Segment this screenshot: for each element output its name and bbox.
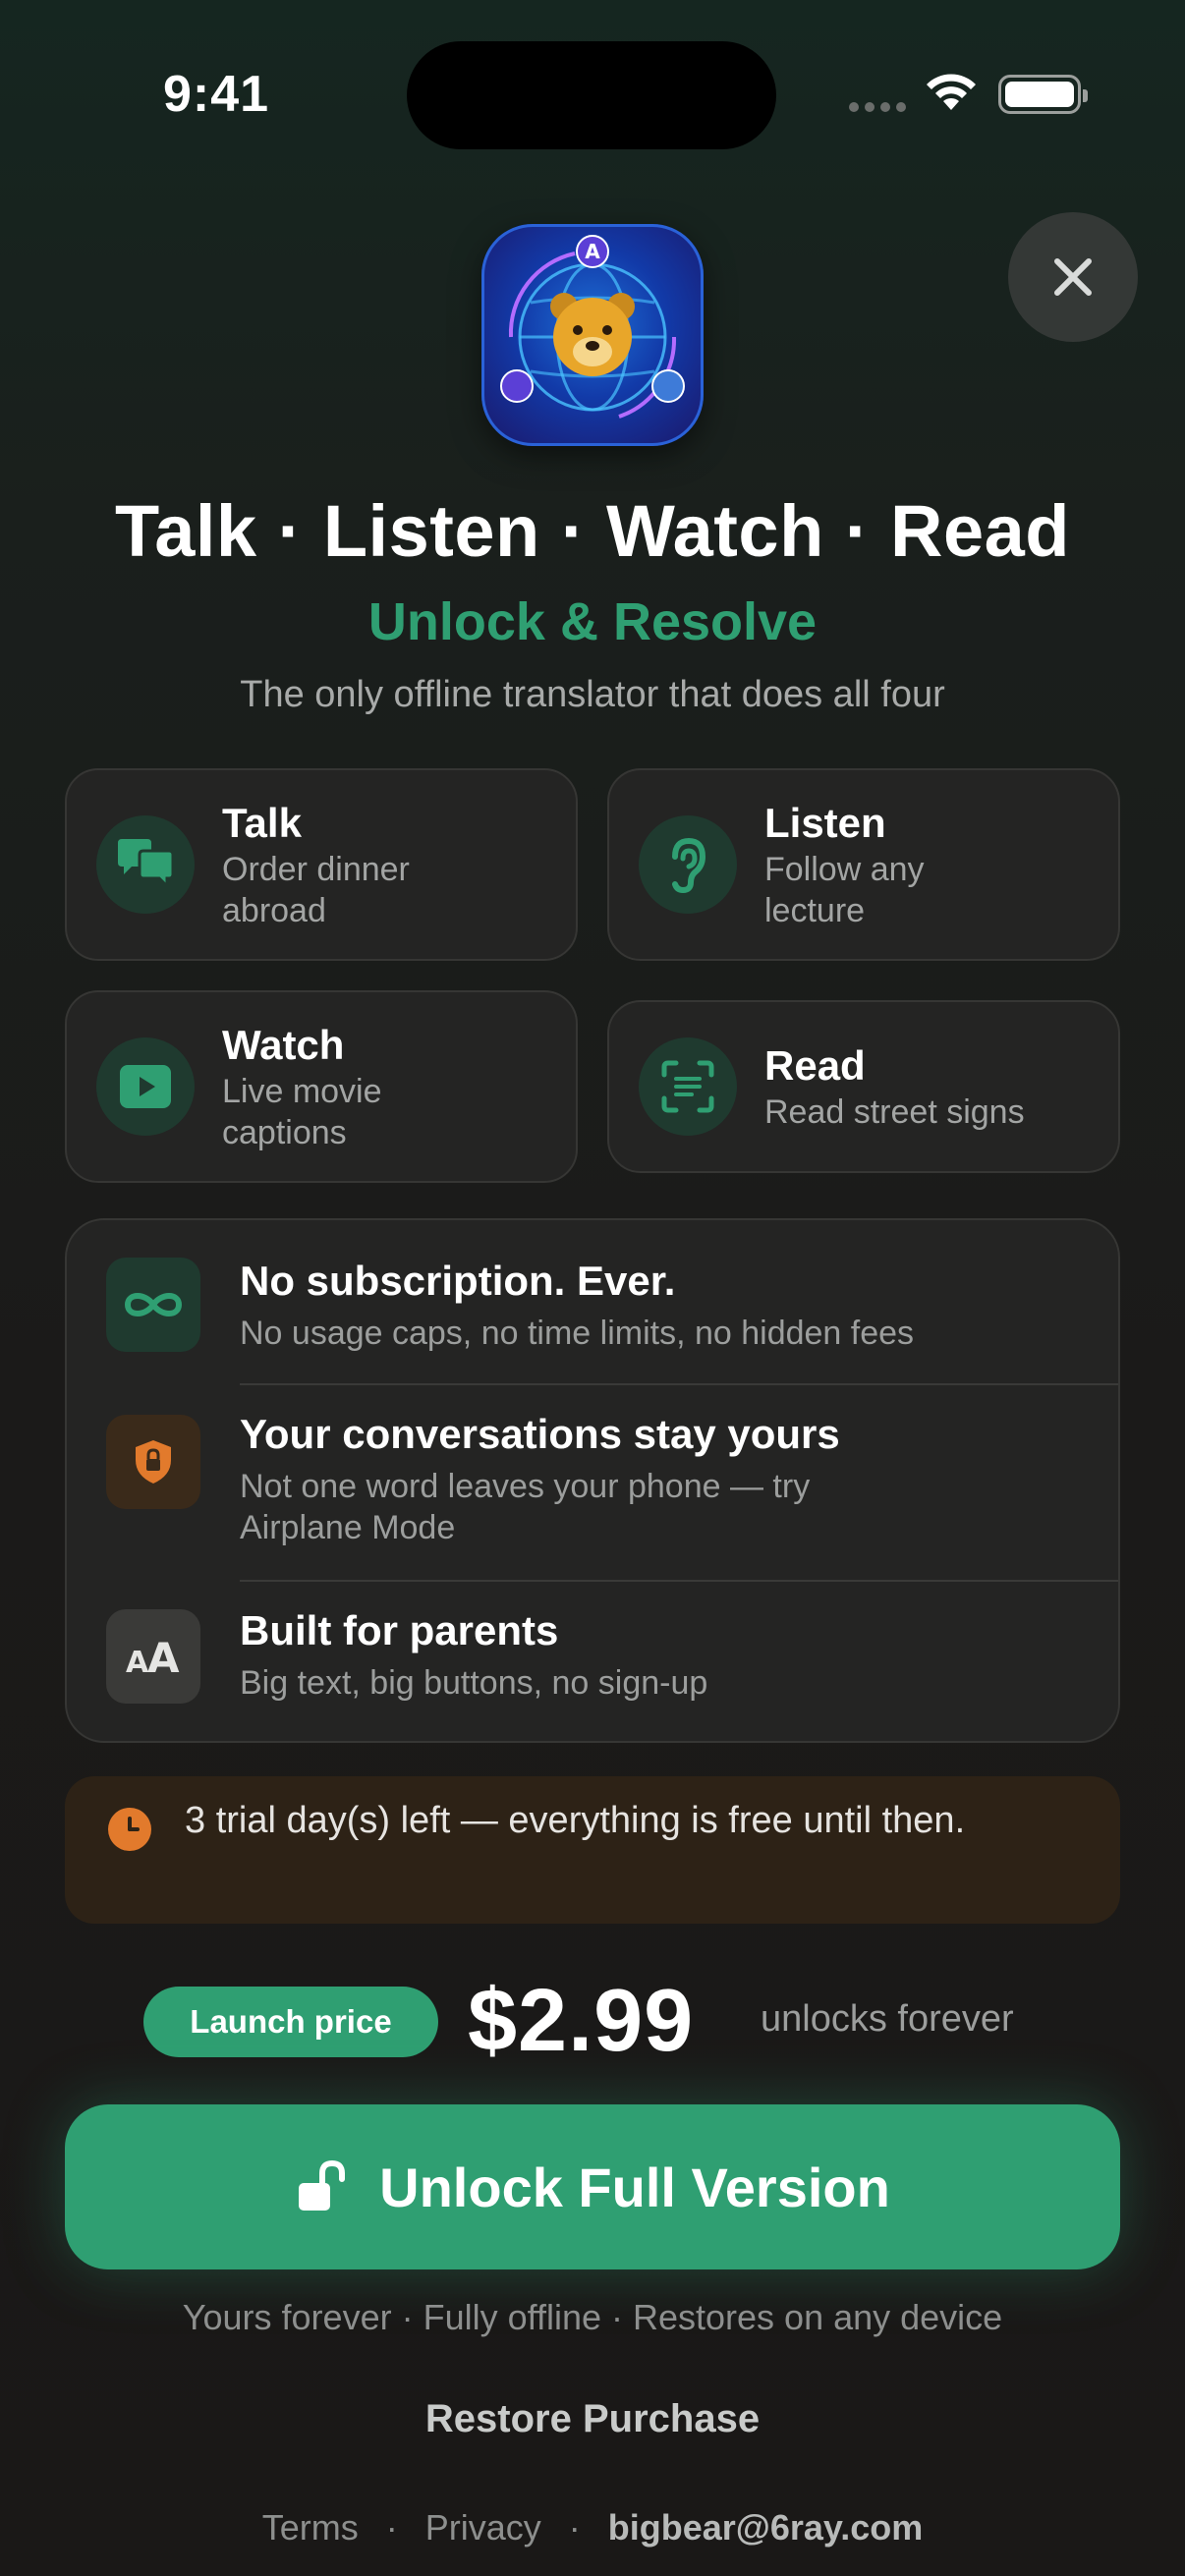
feature-card-talk: Talk Order dinner abroad bbox=[65, 768, 578, 961]
close-icon bbox=[1054, 258, 1092, 296]
ear-icon bbox=[639, 815, 737, 914]
play-icon bbox=[96, 1037, 195, 1136]
feature-title: Watch bbox=[222, 1022, 345, 1068]
svg-text:A: A bbox=[147, 1637, 180, 1676]
shield-lock-icon bbox=[106, 1415, 200, 1509]
text-size-icon: A A bbox=[106, 1609, 200, 1704]
clock-icon bbox=[108, 1808, 151, 1851]
trial-banner: 3 trial day(s) left — everything is free… bbox=[65, 1776, 1120, 1924]
trial-text: 3 trial day(s) left — everything is free… bbox=[185, 1800, 966, 1841]
feature-title: Listen bbox=[764, 800, 886, 846]
close-button[interactable] bbox=[1008, 212, 1138, 342]
cellular-signal-icon bbox=[849, 102, 906, 112]
feature-card-read: Read Read street signs bbox=[607, 1000, 1120, 1173]
status-time: 9:41 bbox=[163, 66, 270, 123]
benefit-title: Your conversations stay yours bbox=[240, 1411, 840, 1457]
feature-subtitle: Order dinner abroad bbox=[222, 851, 410, 929]
benefit-item: A A Built for parents Big text, big butt… bbox=[67, 1582, 1118, 1741]
restore-purchase-button[interactable]: Restore Purchase bbox=[0, 2397, 1185, 2441]
tagline: The only offline translator that does al… bbox=[240, 674, 945, 715]
page-subtitle: Unlock & Resolve bbox=[367, 592, 818, 651]
scan-text-icon bbox=[639, 1037, 737, 1136]
infinity-icon bbox=[106, 1258, 200, 1352]
page-title: Talk · Listen · Watch · Read bbox=[115, 490, 1070, 572]
dynamic-island bbox=[407, 41, 776, 149]
chat-bubbles-icon bbox=[96, 815, 195, 914]
feature-title: Talk bbox=[222, 800, 302, 846]
price-value: $2.99 bbox=[468, 1972, 695, 2070]
footer-separator: · bbox=[385, 2507, 398, 2548]
feature-card-listen: Listen Follow any lecture bbox=[607, 768, 1120, 961]
benefit-item: Your conversations stay yours Not one wo… bbox=[67, 1385, 1118, 1582]
footer-links: Terms · Privacy · bigbear@6ray.com bbox=[0, 2507, 1185, 2548]
battery-icon bbox=[998, 75, 1088, 114]
price-note: unlocks forever bbox=[761, 1998, 1014, 2040]
unlock-icon bbox=[299, 2159, 346, 2211]
svg-text:A: A bbox=[126, 1646, 149, 1676]
svg-text:A: A bbox=[585, 240, 600, 263]
contact-email-link[interactable]: bigbear@6ray.com bbox=[608, 2507, 924, 2548]
privacy-link[interactable]: Privacy bbox=[425, 2507, 541, 2548]
benefit-title: Built for parents bbox=[240, 1607, 559, 1653]
footer-separator: · bbox=[568, 2507, 581, 2548]
feature-subtitle: Read street signs bbox=[764, 1093, 1025, 1131]
price-row: Launch price $2.99 unlocks forever bbox=[0, 1965, 1185, 2077]
launch-price-badge: Launch price bbox=[143, 1987, 438, 2057]
purchase-note: Yours forever · Fully offline · Restores… bbox=[182, 2297, 1003, 2337]
feature-card-watch: Watch Live movie captions bbox=[65, 990, 578, 1183]
wifi-icon bbox=[927, 74, 976, 110]
app-icon: A bbox=[481, 224, 704, 446]
feature-subtitle: Live movie captions bbox=[222, 1073, 382, 1151]
benefit-subtitle: No usage caps, no time limits, no hidden… bbox=[240, 1315, 915, 1352]
status-bar: 9:41 bbox=[0, 0, 1185, 196]
feature-subtitle: Follow any lecture bbox=[764, 851, 925, 929]
benefit-subtitle: Not one word leaves your phone — try Air… bbox=[240, 1468, 811, 1546]
benefits-list: No subscription. Ever. No usage caps, no… bbox=[65, 1218, 1120, 1743]
feature-title: Read bbox=[764, 1042, 866, 1089]
benefit-title: No subscription. Ever. bbox=[240, 1258, 676, 1304]
unlock-full-version-button[interactable]: Unlock Full Version bbox=[65, 2104, 1120, 2269]
terms-link[interactable]: Terms bbox=[262, 2507, 359, 2548]
unlock-button-label: Unlock Full Version bbox=[379, 2156, 890, 2218]
benefit-subtitle: Big text, big buttons, no sign-up bbox=[240, 1664, 708, 1702]
benefit-item: No subscription. Ever. No usage caps, no… bbox=[67, 1220, 1118, 1385]
